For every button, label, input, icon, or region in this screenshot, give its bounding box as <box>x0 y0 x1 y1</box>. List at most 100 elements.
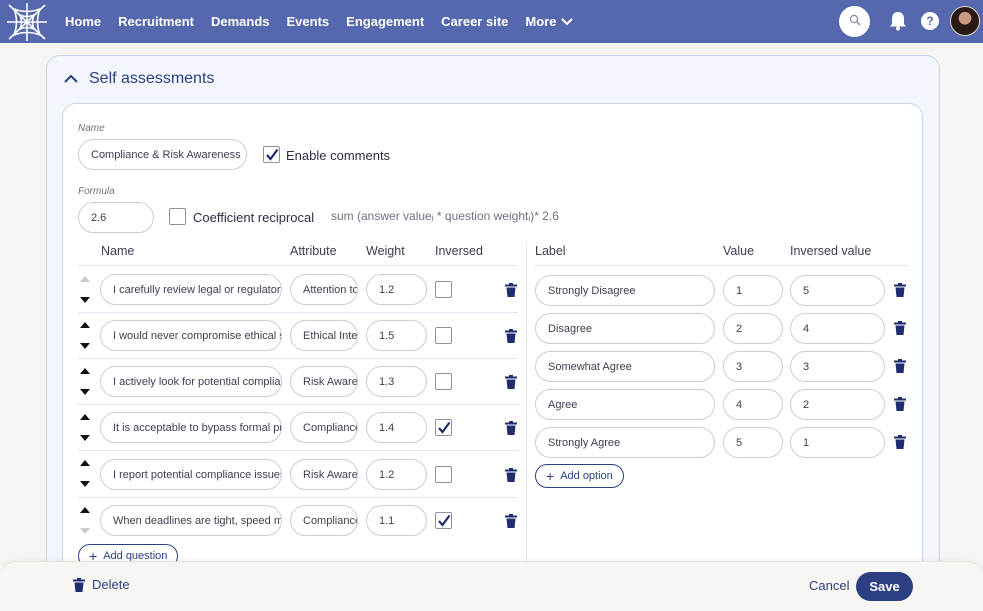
trash-icon[interactable] <box>894 359 906 373</box>
question-attribute-input[interactable]: Attention to detail <box>290 274 358 305</box>
question-weight-input[interactable]: 1.3 <box>366 366 427 397</box>
question-name-input[interactable]: When deadlines are tight, speed matters … <box>100 505 282 536</box>
question-attribute-input[interactable]: Compliance <box>290 412 358 443</box>
nav-career-site-label: Career site <box>441 14 509 29</box>
option-value-input[interactable]: 4 <box>723 389 783 420</box>
question-weight-input[interactable]: 1.2 <box>366 274 427 305</box>
trash-icon[interactable] <box>505 283 517 297</box>
options-header-inversed-value: Inversed value <box>790 244 872 258</box>
question-inversed-checkbox[interactable] <box>435 327 452 344</box>
option-inversed-value-input[interactable]: 3 <box>790 351 885 382</box>
question-attribute-input[interactable]: Ethical Integrity <box>290 320 358 351</box>
nav-more[interactable]: More <box>525 14 574 29</box>
trash-icon[interactable] <box>894 435 906 449</box>
nav-events[interactable]: Events <box>287 14 330 29</box>
arrow-up-icon[interactable] <box>80 322 90 328</box>
question-weight-input[interactable]: 1.2 <box>366 459 427 490</box>
row-divider <box>78 358 518 359</box>
arrow-up-icon[interactable] <box>80 414 90 420</box>
nav-engagement[interactable]: Engagement <box>346 14 424 29</box>
name-label: Name <box>78 123 105 134</box>
cancel-button[interactable]: Cancel <box>809 578 849 593</box>
option-label-input[interactable]: Agree <box>535 389 715 420</box>
name-input[interactable]: Compliance & Risk Awareness <box>78 139 247 170</box>
formula-input[interactable]: 2.6 <box>78 202 154 233</box>
question-name-input[interactable]: I carefully review legal or regulatory r… <box>100 274 282 305</box>
nav-home-label: Home <box>65 14 102 29</box>
question-inversed-checkbox[interactable] <box>435 419 452 436</box>
option-value-input[interactable]: 1 <box>723 275 783 306</box>
option-inversed-value-input[interactable]: 2 <box>790 389 885 420</box>
question-inversed-checkbox[interactable] <box>435 466 452 483</box>
option-label-input[interactable]: Strongly Agree <box>535 427 715 458</box>
search-icon <box>849 13 861 31</box>
save-button[interactable]: Save <box>856 572 913 601</box>
trash-icon[interactable] <box>505 514 517 528</box>
question-weight-input[interactable]: 1.1 <box>366 505 427 536</box>
question-name-input[interactable]: I actively look for potential compliance… <box>100 366 282 397</box>
question-inversed-checkbox[interactable] <box>435 373 452 390</box>
question-inversed-checkbox[interactable] <box>435 512 452 529</box>
arrow-down-icon[interactable] <box>80 435 90 441</box>
search-button[interactable] <box>839 6 870 37</box>
arrow-up-icon[interactable] <box>80 368 90 374</box>
question-inversed-checkbox[interactable] <box>435 281 452 298</box>
trash-icon[interactable] <box>505 421 517 435</box>
option-value-input[interactable]: 5 <box>723 427 783 458</box>
arrow-down-icon[interactable] <box>80 481 90 487</box>
arrow-down-icon[interactable] <box>80 343 90 349</box>
trash-icon[interactable] <box>505 375 517 389</box>
option-inversed-value-input[interactable]: 1 <box>790 427 885 458</box>
nav-engagement-label: Engagement <box>346 14 425 29</box>
option-label-input[interactable]: Disagree <box>535 313 715 344</box>
add-option-button[interactable]: + Add option <box>535 464 624 488</box>
trash-icon[interactable] <box>894 397 906 411</box>
column-divider <box>526 242 527 567</box>
question-attribute-input[interactable]: Risk Awareness <box>290 366 358 397</box>
trash-icon <box>73 577 85 592</box>
bell-icon[interactable] <box>889 11 907 31</box>
option-inversed-value-input[interactable]: 4 <box>790 313 885 344</box>
checkmark-icon <box>265 148 278 161</box>
nav-career-site[interactable]: Career site <box>441 14 508 29</box>
delete-button[interactable]: Delete <box>73 577 130 592</box>
question-name-input[interactable]: I would never compromise ethical standar… <box>100 320 282 351</box>
arrow-down-icon <box>80 528 90 534</box>
arrow-down-icon[interactable] <box>80 297 90 303</box>
row-divider <box>78 497 518 498</box>
section-header[interactable]: Self assessments <box>64 70 214 88</box>
trash-icon[interactable] <box>505 329 517 343</box>
spiderweb-logo-icon[interactable] <box>4 0 50 43</box>
question-name-input[interactable]: I report potential compliance issues <box>100 459 282 490</box>
trash-icon[interactable] <box>894 283 906 297</box>
question-weight-input[interactable]: 1.4 <box>366 412 427 443</box>
question-attribute-input[interactable]: Risk Awareness <box>290 459 358 490</box>
option-value-input[interactable]: 3 <box>723 351 783 382</box>
nav-recruitment[interactable]: Recruitment <box>118 14 194 29</box>
arrow-up-icon[interactable] <box>80 460 90 466</box>
help-icon[interactable]: ? <box>921 12 939 30</box>
arrow-up-icon <box>80 276 90 282</box>
question-weight-input[interactable]: 1.5 <box>366 320 427 351</box>
enable-comments-checkbox[interactable] <box>263 146 280 163</box>
trash-icon[interactable] <box>894 321 906 335</box>
coefficient-reciprocal-checkbox[interactable] <box>169 208 186 225</box>
nav-events-label: Events <box>286 14 330 29</box>
options-header-value: Value <box>723 244 755 258</box>
question-attribute-input[interactable]: Compliance <box>290 505 358 536</box>
nav-demands-label: Demands <box>210 14 270 29</box>
formula-label: Formula <box>78 186 115 197</box>
option-label-input[interactable]: Somewhat Agree <box>535 351 715 382</box>
nav-home[interactable]: Home <box>65 14 101 29</box>
trash-icon[interactable] <box>505 468 517 482</box>
option-inversed-value-input[interactable]: 5 <box>790 275 885 306</box>
arrow-down-icon[interactable] <box>80 389 90 395</box>
help-icon-glyph: ? <box>926 14 934 28</box>
arrow-up-icon[interactable] <box>80 507 90 513</box>
question-name-input[interactable]: It is acceptable to bypass formal proced… <box>100 412 282 443</box>
nav-demands[interactable]: Demands <box>211 14 270 29</box>
option-label-input[interactable]: Strongly Disagree <box>535 275 715 306</box>
questions-header-inversed: Inversed <box>435 244 483 258</box>
avatar[interactable] <box>950 6 980 36</box>
option-value-input[interactable]: 2 <box>723 313 783 344</box>
